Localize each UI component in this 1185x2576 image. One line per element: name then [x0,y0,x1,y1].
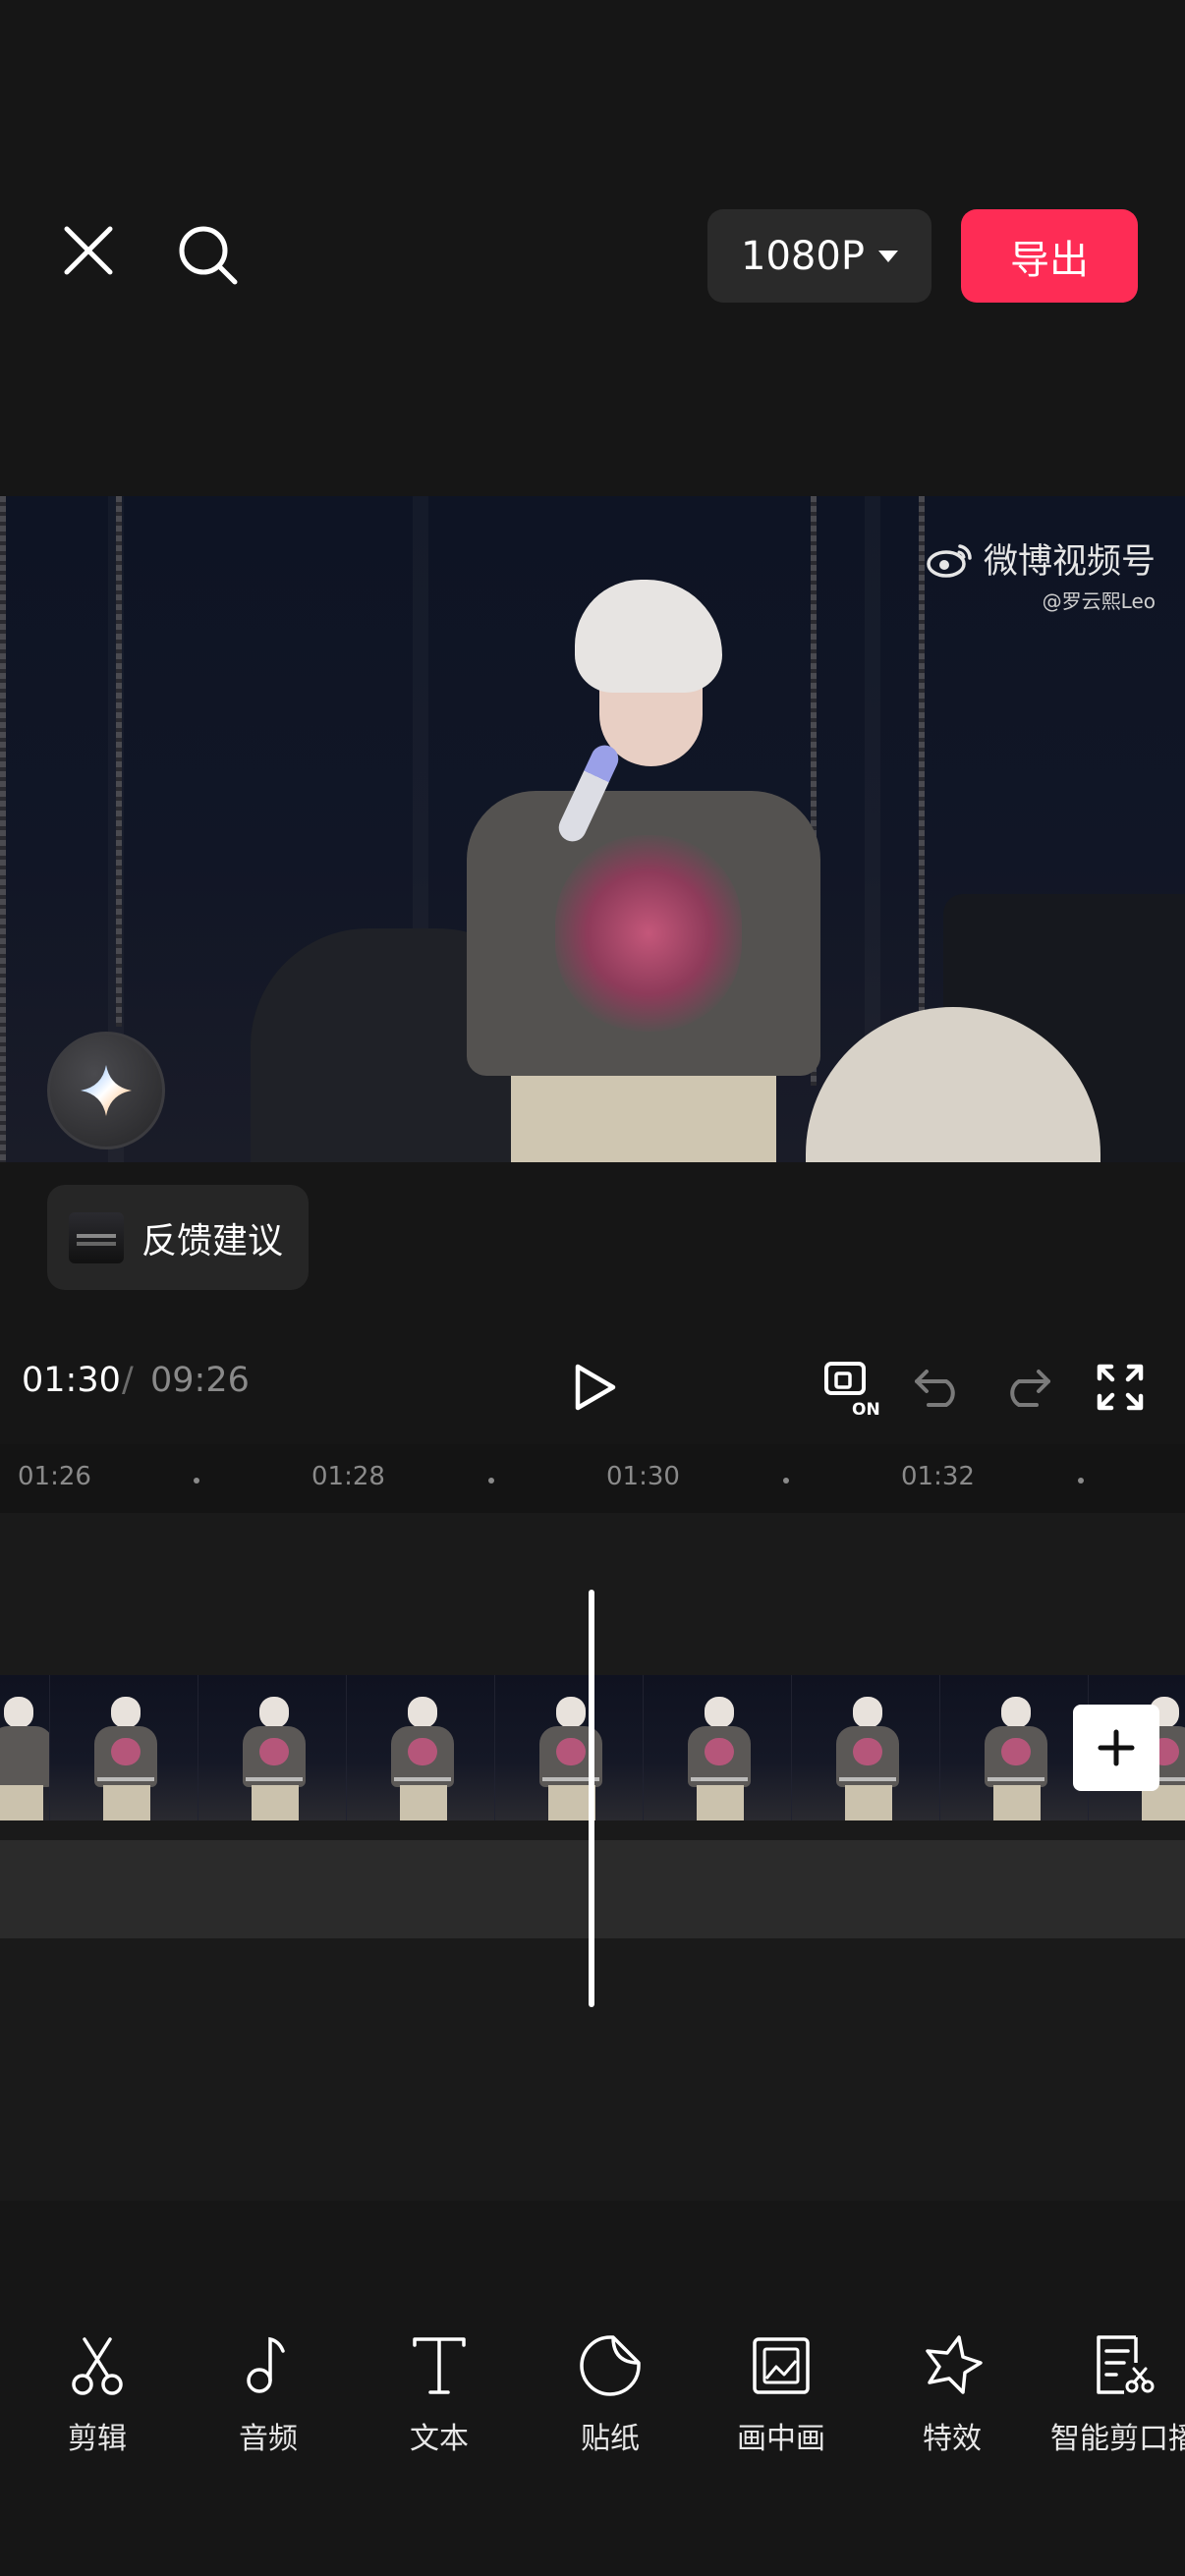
current-time: 01:30 [22,1361,121,1400]
fullscreen-button[interactable] [1091,1358,1150,1417]
undo-button[interactable] [909,1358,968,1417]
feedback-button[interactable]: 反馈建议 [47,1185,309,1290]
tick-label: 01:32 [901,1462,975,1491]
enhance-badge: ON [852,1400,880,1419]
tool-picture-in-picture[interactable]: 画中画 [712,2333,850,2457]
clip-frame [198,1675,347,1820]
close-button[interactable] [54,216,123,285]
tool-smart-cut[interactable]: 智能剪口播 [1050,2333,1185,2457]
tool-edit[interactable]: 剪辑 [28,2333,166,2457]
tool-label: 智能剪口播 [1050,2422,1185,2456]
feedback-label: 反馈建议 [141,1220,284,1261]
tool-text[interactable]: 文本 [370,2333,508,2457]
sparkle-icon [81,1065,132,1116]
total-duration: 09:26 [150,1361,250,1400]
tool-label: 文本 [410,2422,469,2456]
clip-frame [644,1675,792,1820]
effects-star-icon [926,2335,983,2394]
tick-label: 01:30 [606,1462,680,1491]
enhance-on-icon: ON [824,1362,880,1419]
clip-frame [940,1675,1089,1820]
tool-sticker[interactable]: 贴纸 [541,2333,679,2457]
play-icon [575,1364,616,1411]
clip-frame [347,1675,495,1820]
tick-dot [1078,1478,1084,1484]
tick-dot [194,1478,199,1484]
time-separator: / [122,1361,134,1400]
tool-label: 特效 [923,2422,982,2456]
play-button[interactable] [565,1358,624,1417]
fullscreen-icon [1097,1364,1144,1411]
export-button[interactable]: 导出 [961,209,1138,303]
smart-cut-icon [1097,2335,1155,2394]
tool-audio[interactable]: 音频 [199,2333,337,2457]
watermark-sub-text: @罗云熙Leo [1042,589,1156,613]
tool-label: 音频 [239,2422,298,2456]
clip-frame [50,1675,198,1820]
add-clip-button[interactable] [1073,1705,1159,1791]
redo-icon [1010,1370,1050,1407]
scissors-icon [72,2337,123,2395]
tool-label: 画中画 [737,2422,825,2456]
music-note-icon [247,2336,285,2393]
ai-assistant-button[interactable] [47,1032,165,1149]
search-icon [179,226,238,285]
timeline-ruler[interactable]: 01:26 01:28 01:30 01:32 [0,1444,1185,1513]
caret-down-icon [877,250,898,262]
tool-label: 剪辑 [68,2422,127,2456]
clip-frame [792,1675,940,1820]
text-icon [413,2337,466,2394]
tick-label: 01:28 [311,1462,385,1491]
sticker-icon [580,2335,641,2396]
tool-effects[interactable]: 特效 [883,2333,1021,2457]
watermark-main-text: 微博视频号 [983,542,1156,582]
weibo-logo-icon [927,543,972,578]
video-preview[interactable]: 微博视频号 @罗云熙Leo [0,496,1185,1162]
watermark: 微博视频号 @罗云熙Leo [927,533,1156,614]
playhead[interactable] [589,1590,594,2007]
tick-dot [783,1478,789,1484]
clip-frame [0,1675,50,1820]
feedback-thumbnail [69,1211,124,1263]
redo-button[interactable] [997,1358,1056,1417]
clip-frame [495,1675,644,1820]
enhance-toggle-button[interactable]: ON [820,1358,883,1421]
tick-label: 01:26 [18,1462,91,1491]
resolution-dropdown[interactable]: 1080P [707,209,931,303]
tool-label: 贴纸 [581,2422,640,2456]
picture-in-picture-icon [753,2337,810,2394]
resolution-value: 1080P [741,233,865,279]
close-icon [64,226,113,275]
search-button[interactable] [169,216,248,295]
plus-icon [1098,1729,1135,1766]
tick-dot [488,1478,494,1484]
undo-icon [915,1370,955,1407]
bottom-toolbar: 剪辑 音频 文本 贴纸 画中画 特效 智能剪口播 [0,2299,1185,2576]
